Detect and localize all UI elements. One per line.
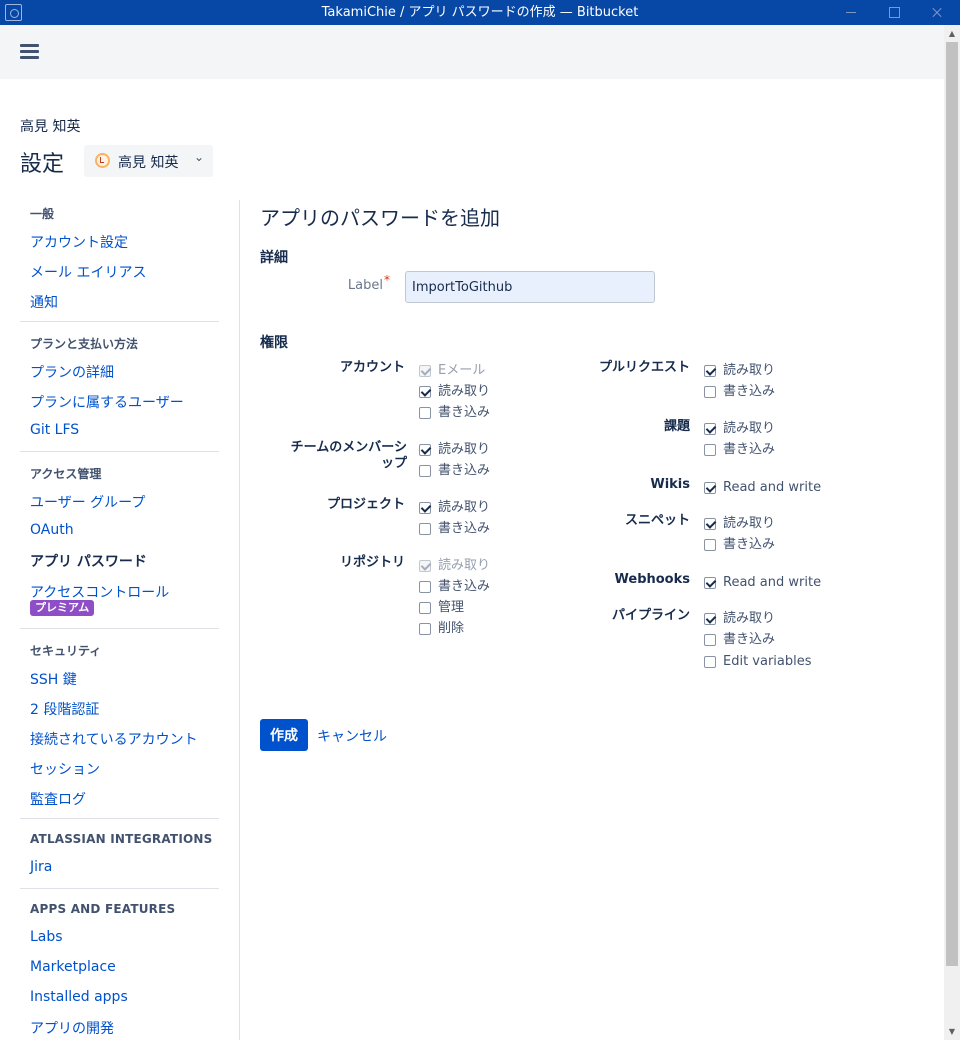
perm-label-team: チームのメンバーシップ bbox=[290, 440, 407, 471]
perm-label-account: アカウント bbox=[339, 360, 405, 375]
scroll-up-icon[interactable]: ▲ bbox=[944, 25, 960, 42]
sidebar-item-develop-apps[interactable]: アプリの開発 bbox=[30, 1018, 114, 1038]
perm-label-repository: リポジトリ bbox=[339, 555, 405, 570]
scroll-down-icon[interactable]: ▼ bbox=[944, 1023, 960, 1040]
checkbox[interactable] bbox=[419, 465, 431, 477]
close-icon[interactable] bbox=[916, 0, 956, 25]
account-switcher[interactable]: 高見 知英 ⌄ bbox=[84, 145, 213, 177]
checkbox[interactable] bbox=[704, 444, 716, 456]
permissions-heading: 権限 bbox=[260, 335, 288, 351]
chevron-down-icon: ⌄ bbox=[194, 150, 205, 164]
menu-icon[interactable] bbox=[20, 44, 40, 60]
checkbox[interactable] bbox=[419, 407, 431, 419]
sidebar-divider bbox=[20, 628, 219, 629]
sidebar-item-account-settings[interactable]: アカウント設定 bbox=[30, 232, 128, 252]
checkbox[interactable] bbox=[419, 523, 431, 535]
main-title: アプリのパスワードを追加 bbox=[260, 206, 500, 230]
sidebar-divider bbox=[20, 321, 219, 322]
sidebar-item-user-groups[interactable]: ユーザー グループ bbox=[30, 492, 145, 512]
checkbox[interactable] bbox=[419, 386, 431, 398]
window-titlebar: TakamiChie / アプリ パスワードの作成 — Bitbucket bbox=[0, 0, 960, 25]
checkbox[interactable] bbox=[704, 577, 716, 589]
sidebar-heading-apps: APPS AND FEATURES bbox=[30, 902, 176, 916]
checkbox[interactable] bbox=[704, 656, 716, 668]
sidebar-item-plan-details[interactable]: プランの詳細 bbox=[30, 362, 114, 382]
sidebar-separator bbox=[239, 200, 240, 1040]
sidebar-item-notifications[interactable]: 通知 bbox=[30, 292, 58, 312]
vertical-scrollbar[interactable]: ▲ ▼ bbox=[944, 25, 960, 1040]
sidebar-heading-integrations: ATLASSIAN INTEGRATIONS bbox=[30, 832, 213, 846]
perm-label-pullrequest: プルリクエスト bbox=[598, 360, 690, 375]
checkbox[interactable] bbox=[704, 482, 716, 494]
perm-label-project: プロジェクト bbox=[326, 497, 405, 512]
checkbox[interactable] bbox=[419, 623, 431, 635]
page-title: 設定 bbox=[20, 152, 65, 177]
checkbox[interactable] bbox=[419, 365, 431, 377]
sidebar-item-plan-users[interactable]: プランに属するユーザー bbox=[30, 392, 184, 412]
create-button[interactable]: 作成 bbox=[260, 719, 308, 751]
sidebar-heading-plans: プランと支払い方法 bbox=[30, 337, 139, 351]
label-input[interactable] bbox=[405, 271, 655, 303]
sidebar-item-jira[interactable]: Jira bbox=[30, 859, 52, 875]
scroll-thumb[interactable] bbox=[946, 42, 958, 966]
checkbox[interactable] bbox=[704, 634, 716, 646]
checkbox[interactable] bbox=[419, 502, 431, 514]
premium-badge: プレミアム bbox=[30, 600, 95, 616]
sidebar-item-two-step[interactable]: 2 段階認証 bbox=[30, 699, 99, 719]
checkbox[interactable] bbox=[704, 613, 716, 625]
top-bar bbox=[0, 25, 944, 79]
checkbox[interactable] bbox=[419, 560, 431, 572]
sidebar-divider bbox=[20, 451, 219, 452]
sidebar-item-git-lfs[interactable]: Git LFS bbox=[30, 422, 79, 438]
checkbox[interactable] bbox=[704, 365, 716, 377]
sidebar-item-oauth[interactable]: OAuth bbox=[30, 522, 74, 538]
cancel-link[interactable]: キャンセル bbox=[317, 726, 387, 746]
sidebar-divider bbox=[20, 888, 219, 889]
details-heading: 詳細 bbox=[260, 250, 288, 266]
maximize-icon[interactable] bbox=[873, 0, 913, 25]
checkbox[interactable] bbox=[419, 602, 431, 614]
sidebar-item-access-control[interactable]: アクセスコントロール bbox=[30, 582, 169, 602]
checkbox[interactable] bbox=[704, 518, 716, 530]
sidebar-item-marketplace[interactable]: Marketplace bbox=[30, 959, 116, 975]
sidebar-item-app-passwords[interactable]: アプリ パスワード bbox=[30, 551, 147, 571]
account-switcher-label: 高見 知英 bbox=[118, 155, 179, 171]
sidebar-item-audit-log[interactable]: 監査ログ bbox=[30, 789, 86, 809]
label-field-label: Label* bbox=[347, 273, 390, 293]
sidebar-item-labs[interactable]: Labs bbox=[30, 929, 63, 945]
sidebar-heading-security: セキュリティ bbox=[30, 644, 102, 658]
perm-label-issues: 課題 bbox=[663, 419, 690, 434]
breadcrumb-username: 高見 知英 bbox=[20, 119, 81, 135]
perm-label-pipelines: パイプライン bbox=[611, 608, 690, 623]
sidebar-divider bbox=[20, 818, 219, 819]
checkbox[interactable] bbox=[419, 581, 431, 593]
sidebar-item-connected-accounts[interactable]: 接続されているアカウント bbox=[30, 729, 198, 749]
required-mark: * bbox=[384, 273, 390, 287]
checkbox[interactable] bbox=[704, 423, 716, 435]
checkbox[interactable] bbox=[704, 539, 716, 551]
checkbox[interactable] bbox=[419, 444, 431, 456]
sidebar-item-installed-apps[interactable]: Installed apps bbox=[30, 989, 128, 1005]
perm-label-snippets: スニペット bbox=[624, 513, 690, 528]
sidebar-heading-general: 一般 bbox=[30, 207, 55, 221]
sidebar-item-email-aliases[interactable]: メール エイリアス bbox=[30, 262, 146, 282]
perm-label-webhooks: Webhooks bbox=[614, 572, 691, 587]
window-title: TakamiChie / アプリ パスワードの作成 — Bitbucket bbox=[321, 5, 639, 20]
minimize-icon[interactable] bbox=[830, 0, 870, 25]
sidebar-item-sessions[interactable]: セッション bbox=[30, 759, 100, 779]
sidebar-heading-access: アクセス管理 bbox=[30, 467, 102, 481]
avatar bbox=[95, 153, 110, 168]
perm-label-wikis: Wikis bbox=[650, 477, 690, 492]
checkbox[interactable] bbox=[704, 386, 716, 398]
sidebar-item-ssh-keys[interactable]: SSH 鍵 bbox=[30, 669, 77, 689]
